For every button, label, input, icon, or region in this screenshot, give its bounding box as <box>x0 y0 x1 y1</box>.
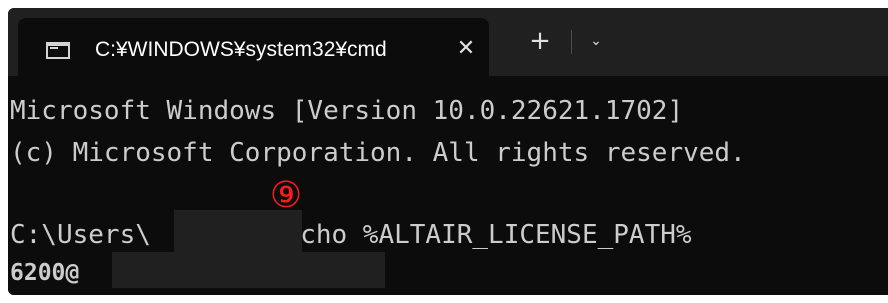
new-tab-button[interactable]: + <box>525 26 555 56</box>
chevron-down-icon[interactable]: ⌄ <box>583 26 609 56</box>
console-line-result: 6200@ <box>10 260 80 286</box>
console-line-copyright: (c) Microsoft Corporation. All rights re… <box>10 138 746 168</box>
redaction-box-license-host <box>112 252 385 288</box>
tab-title: C:¥WINDOWS¥system32¥cmd <box>95 38 387 61</box>
cmd-icon-prompt <box>50 47 58 49</box>
title-bar: C:¥WINDOWS¥system32¥cmd ✕ + ⌄ <box>8 8 888 76</box>
cmd-icon <box>46 42 70 59</box>
command-text: >echo %ALTAIR_LICENSE_PATH% <box>268 220 692 250</box>
redaction-box-username <box>174 210 302 254</box>
prompt-path: C:\Users\ <box>10 220 151 250</box>
annotation-marker: ⑨ <box>269 175 303 216</box>
console-line-version: Microsoft Windows [Version 10.0.22621.17… <box>10 96 684 126</box>
console-line-command: C:\Users\ >echo %ALTAIR_LICENSE_PATH% <box>10 218 692 252</box>
toolbar-divider <box>571 30 572 54</box>
tab-cmd[interactable]: C:¥WINDOWS¥system32¥cmd ✕ <box>18 18 489 76</box>
close-tab-icon[interactable]: ✕ <box>453 34 479 64</box>
